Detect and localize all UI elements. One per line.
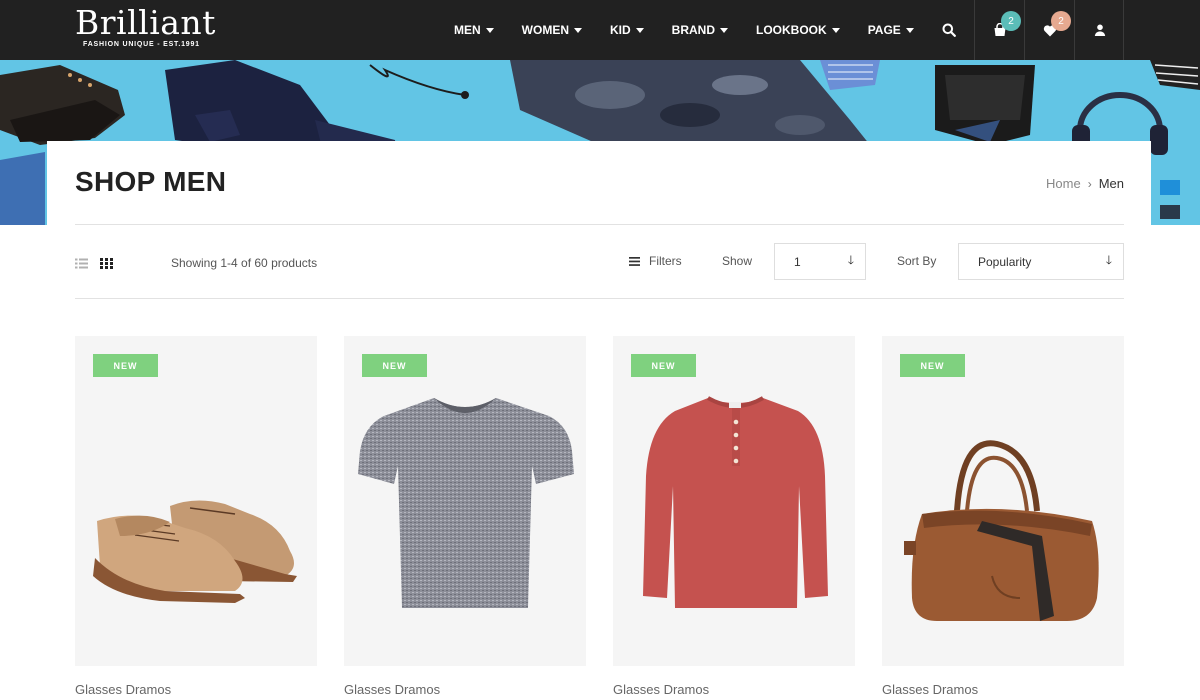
product-card[interactable]: NEW — [882, 336, 1124, 666]
product-name[interactable]: Glasses Dramos — [344, 682, 440, 697]
product-image-bag — [904, 440, 1099, 621]
product-name[interactable]: Glasses Dramos — [75, 682, 171, 697]
logo-title: Brilliant — [75, 3, 216, 42]
breadcrumb-separator: › — [1087, 176, 1092, 191]
search-icon — [942, 23, 956, 37]
nav-label: BRAND — [671, 23, 716, 37]
divider — [75, 298, 1124, 299]
product-name[interactable]: Glasses Dramos — [882, 682, 978, 697]
header-divider — [1123, 0, 1124, 60]
breadcrumb: Home › Men — [1046, 176, 1124, 191]
user-icon — [1094, 24, 1106, 36]
nav-label: PAGE — [867, 23, 901, 37]
breadcrumb-home-link[interactable]: Home — [1046, 176, 1081, 191]
product-card[interactable]: NEW — [613, 336, 855, 666]
menu-icon — [629, 256, 640, 266]
filters-button[interactable]: Filters — [629, 254, 682, 268]
product-card[interactable]: NEW — [344, 336, 586, 666]
filters-label: Filters — [649, 254, 682, 268]
nav-item-men[interactable]: MEN — [454, 23, 494, 37]
search-button[interactable] — [924, 0, 974, 60]
caret-down-icon — [635, 27, 644, 33]
show-label: Show — [722, 254, 753, 268]
cart-count-badge: 2 — [1001, 11, 1021, 31]
product-name[interactable]: Glasses Dramos — [613, 682, 709, 697]
caret-down-icon — [720, 27, 729, 33]
sort-select-value: Popularity — [978, 254, 1032, 269]
new-badge: NEW — [93, 354, 158, 377]
divider — [75, 224, 1124, 225]
breadcrumb-current: Men — [1098, 176, 1124, 191]
grid-view-button[interactable] — [100, 256, 113, 274]
show-select[interactable]: 1 🡓 — [774, 243, 866, 280]
nav-label: WOMEN — [521, 23, 569, 37]
nav-item-page[interactable]: PAGE — [868, 23, 914, 37]
caret-down-icon — [905, 27, 914, 33]
grid-view-icon — [100, 258, 113, 269]
nav-label: MEN — [454, 23, 481, 37]
show-select-value: 1 — [794, 254, 801, 269]
nav-item-brand[interactable]: BRAND — [671, 23, 729, 37]
list-view-button[interactable] — [75, 256, 88, 274]
product-image-henley — [643, 396, 828, 608]
logo-tagline: FASHION UNIQUE - EST.1991 — [83, 41, 200, 48]
result-count: Showing 1-4 of 60 products — [171, 256, 318, 270]
new-badge: NEW — [900, 354, 965, 377]
account-button[interactable] — [1075, 0, 1125, 60]
nav-label: LOOKBOOK — [756, 23, 827, 37]
logo[interactable]: Brilliant FASHION UNIQUE - EST.1991 — [75, 3, 216, 49]
wishlist-count-badge: 2 — [1051, 11, 1071, 31]
new-badge: NEW — [362, 354, 427, 377]
product-image-tshirt — [358, 398, 574, 608]
sort-label: Sort By — [897, 254, 937, 268]
caret-down-icon — [574, 27, 582, 33]
wishlist-button[interactable] — [1025, 0, 1075, 60]
sort-select[interactable]: Popularity 🡓 — [958, 243, 1124, 280]
main-nav: MEN WOMEN KID BRAND LOOKBOOK PAGE — [440, 0, 928, 60]
list-view-icon — [75, 258, 88, 269]
nav-item-women[interactable]: WOMEN — [522, 23, 582, 37]
product-card[interactable]: NEW — [75, 336, 317, 666]
site-header: Brilliant FASHION UNIQUE - EST.1991 MEN … — [0, 0, 1200, 60]
product-image-shoes — [93, 500, 297, 603]
nav-item-lookbook[interactable]: LOOKBOOK — [756, 23, 840, 37]
cart-button[interactable] — [975, 0, 1025, 60]
caret-down-icon — [485, 27, 494, 33]
nav-item-kid[interactable]: KID — [610, 23, 644, 37]
arrow-down-icon: 🡓 — [847, 253, 854, 267]
new-badge: NEW — [631, 354, 696, 377]
page-title: SHOP MEN — [75, 166, 227, 197]
arrow-down-icon: 🡓 — [1105, 253, 1112, 267]
caret-down-icon — [831, 27, 840, 33]
nav-label: KID — [610, 23, 631, 37]
